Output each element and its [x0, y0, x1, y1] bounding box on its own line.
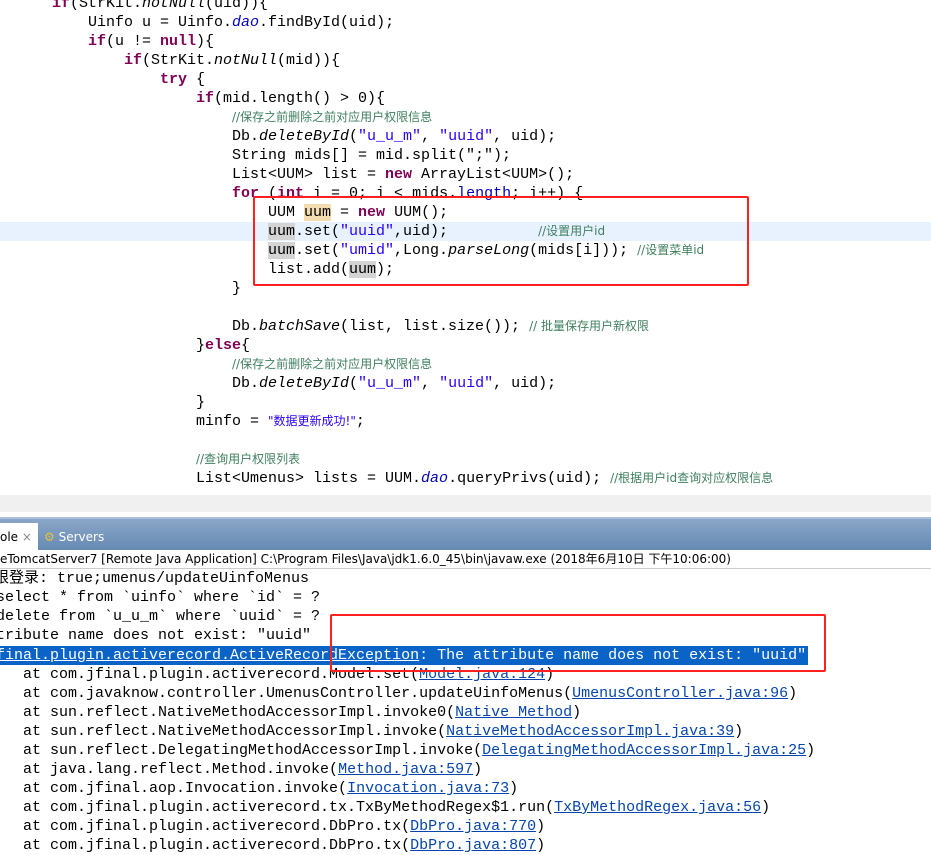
stack-trace-line: at com.jfinal.plugin.activerecord.DbPro.…: [0, 817, 545, 836]
code-line: String mids[] = mid.split(";");: [232, 147, 512, 164]
stack-trace-line: at sun.reflect.NativeMethodAccessorImpl.…: [0, 722, 743, 741]
stack-trace-line: at sun.reflect.NativeMethodAccessorImpl.…: [0, 703, 581, 722]
editor-scroll-area[interactable]: [0, 495, 931, 512]
tab-label: ole: [0, 530, 19, 544]
code-line: //保存之前删除之前对应用户权限信息: [232, 355, 432, 374]
paren: ): [788, 685, 798, 702]
code-line: }: [196, 394, 206, 411]
code-line: Db.deleteById("u_u_m", "uuid", uid);: [232, 375, 557, 392]
code-line: try {: [160, 71, 206, 88]
code-line: //查询用户权限列表: [196, 450, 300, 469]
console-line: select * from `uinfo` where `id` = ?: [0, 589, 321, 606]
stack-frame: at sun.reflect.NativeMethodAccessorImpl.…: [0, 723, 447, 740]
source-link[interactable]: UmenusController.java:96: [572, 685, 788, 702]
stack-frame: at sun.reflect.NativeMethodAccessorImpl.…: [0, 704, 456, 721]
console-line: delete from `u_u_m` where `uuid` = ?: [0, 608, 321, 625]
paren: ): [572, 704, 582, 721]
code-line: List<Umenus> lists = UUM.dao.queryPrivs(…: [196, 470, 774, 487]
paren: ): [509, 780, 519, 797]
servers-icon: ⚙: [44, 530, 55, 544]
paren: ): [473, 761, 483, 778]
stack-frame: at com.javaknow.controller.UmenusControl…: [0, 685, 573, 702]
annotation-box-console: [330, 614, 826, 672]
code-line: //保存之前删除之前对应用户权限信息: [232, 108, 432, 127]
code-line: if(StrKit.notNull(mid)){: [124, 52, 341, 69]
stack-trace-line: at com.jfinal.plugin.activerecord.tx.TxB…: [0, 798, 770, 817]
source-link[interactable]: DelegatingMethodAccessorImpl.java:25: [482, 742, 806, 759]
code-line: Db.deleteById("u_u_m", "uuid", uid);: [232, 128, 557, 145]
source-link[interactable]: NativeMethodAccessorImpl.java:39: [446, 723, 734, 740]
source-link[interactable]: DbPro.java:770: [410, 818, 536, 835]
code-comment: //根据用户id查询对应权限信息: [610, 471, 774, 485]
code-comment: //保存之前删除之前对应用户权限信息: [232, 357, 433, 371]
stack-frame: at com.jfinal.plugin.activerecord.DbPro.…: [0, 837, 411, 854]
paren: ): [761, 799, 771, 816]
source-link[interactable]: Method.java:597: [338, 761, 473, 778]
code-string: "数据更新成功!": [268, 414, 356, 428]
code-comment: //保存之前删除之前对应用户权限信息: [232, 110, 433, 124]
paren: ): [806, 742, 816, 759]
code-line: List<UUM> list = new ArrayList<UUM>();: [232, 166, 575, 183]
stack-trace-line: at java.lang.reflect.Method.invoke(Metho…: [0, 760, 482, 779]
code-editor[interactable]: if(StrKit.notNull(uid)){ Uinfo u = Uinfo…: [0, 0, 931, 495]
console-tab-bar: ole × ⚙ Servers: [0, 517, 931, 552]
console-process-info: eTomcatServer7 [Remote Java Application]…: [0, 550, 931, 569]
tab-label: Servers: [58, 530, 105, 544]
source-link[interactable]: Invocation.java:73: [347, 780, 509, 797]
stack-trace-line: at com.javaknow.controller.UmenusControl…: [0, 684, 797, 703]
stack-trace-line: at com.jfinal.plugin.activerecord.DbPro.…: [0, 836, 545, 855]
stack-trace-line: at com.jfinal.aop.Invocation.invoke(Invo…: [0, 779, 518, 798]
source-link[interactable]: TxByMethodRegex.java:56: [554, 799, 761, 816]
close-icon[interactable]: ×: [22, 530, 32, 544]
code-line: Db.batchSave(list, list.size()); // 批量保存…: [232, 318, 649, 335]
paren: ): [734, 723, 744, 740]
console-line: ttribute name does not exist: "uuid": [0, 627, 312, 644]
annotation-box-code: [253, 196, 749, 286]
source-link[interactable]: DbPro.java:807: [410, 837, 536, 854]
source-link[interactable]: Native Method: [455, 704, 572, 721]
stack-trace-line: at sun.reflect.DelegatingMethodAccessorI…: [0, 741, 815, 760]
paren: ): [536, 818, 546, 835]
stack-frame: at com.jfinal.aop.Invocation.invoke(: [0, 780, 348, 797]
stack-frame: at java.lang.reflect.Method.invoke(: [0, 761, 339, 778]
paren: ): [536, 837, 546, 854]
code-line: minfo = "数据更新成功!";: [196, 413, 365, 430]
code-line: if(StrKit.notNull(uid)){: [52, 0, 269, 12]
stack-frame: at sun.reflect.DelegatingMethodAccessorI…: [0, 742, 483, 759]
stack-frame: at com.jfinal.plugin.activerecord.tx.TxB…: [0, 799, 555, 816]
code-comment: //查询用户权限列表: [196, 452, 301, 466]
code-comment: // 批量保存用户新权限: [529, 319, 649, 333]
console-line: 限登录: true;umenus/updateUinfoMenus: [0, 570, 310, 587]
code-line: Uinfo u = Uinfo.dao.findById(uid);: [88, 14, 395, 31]
code-line: if(mid.length() > 0){: [196, 90, 386, 107]
stack-frame: at com.jfinal.plugin.activerecord.DbPro.…: [0, 818, 411, 835]
tab-servers[interactable]: ⚙ Servers: [44, 523, 104, 552]
code-line: }: [232, 280, 242, 297]
tab-console[interactable]: ole ×: [0, 523, 38, 552]
code-line: }else{: [196, 337, 251, 354]
code-line: if(u != null){: [88, 33, 215, 50]
